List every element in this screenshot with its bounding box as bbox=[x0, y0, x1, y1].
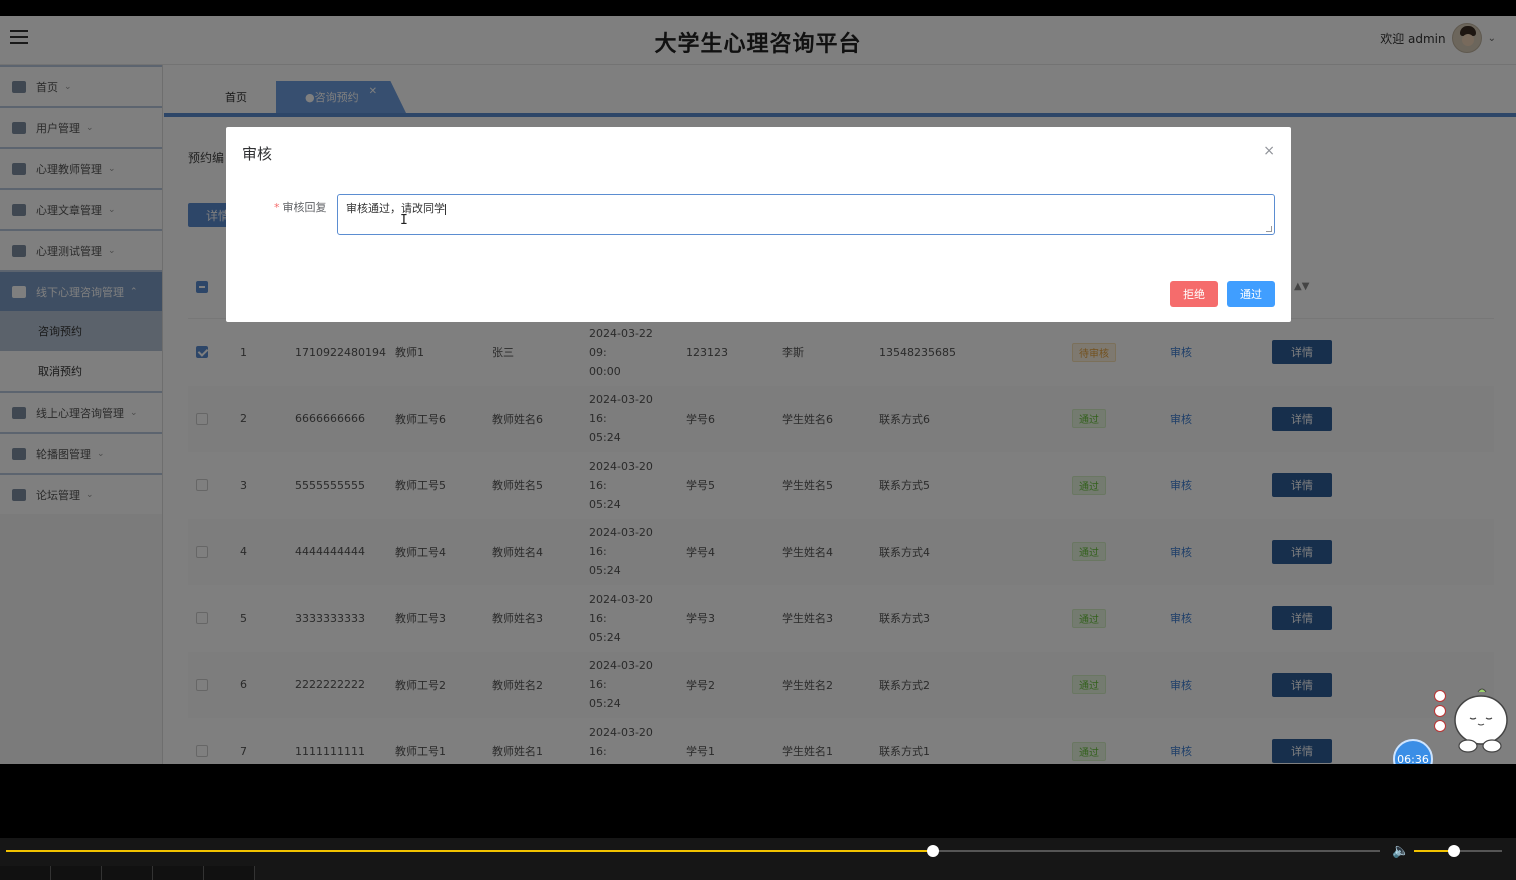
app-window: 大学生心理咨询平台 欢迎 admin ⌄ 首页⌄ 用户管理⌄ 心理教师管理⌄ 心… bbox=[0, 16, 1516, 764]
player-control-slot[interactable] bbox=[204, 866, 255, 880]
player-control-slot[interactable] bbox=[0, 866, 51, 880]
reply-label-text: 审核回复 bbox=[282, 201, 327, 214]
pass-button[interactable]: 通过 bbox=[1227, 281, 1275, 307]
video-player-bar: 🔈 bbox=[0, 838, 1516, 880]
grid-icon[interactable] bbox=[1434, 705, 1446, 717]
video-frame: 大学生心理咨询平台 欢迎 admin ⌄ 首页⌄ 用户管理⌄ 心理教师管理⌄ 心… bbox=[0, 0, 1516, 880]
player-control-slot[interactable] bbox=[153, 866, 204, 880]
reply-text: 审核通过，请改同学 bbox=[346, 202, 445, 215]
emoji-icon[interactable] bbox=[1434, 690, 1446, 702]
volume-icon[interactable]: 🔈 bbox=[1392, 843, 1409, 859]
resize-handle[interactable] bbox=[1266, 226, 1272, 232]
floating-toolbar bbox=[1434, 690, 1448, 735]
player-control-slot[interactable] bbox=[51, 866, 102, 880]
volume-track[interactable] bbox=[1414, 845, 1502, 857]
reply-label: * 审核回复 bbox=[274, 199, 327, 215]
reply-textarea[interactable]: 审核通过，请改同学 bbox=[337, 194, 1275, 235]
progress-fill bbox=[6, 850, 934, 852]
review-dialog: 审核 × * 审核回复 审核通过，请改同学 I 拒绝 通过 bbox=[226, 127, 1291, 322]
mouse-ibeam-cursor: I bbox=[400, 213, 408, 228]
player-controls-strip bbox=[0, 866, 1516, 880]
mascot-sticker bbox=[1454, 688, 1508, 753]
reject-button[interactable]: 拒绝 bbox=[1170, 281, 1218, 307]
player-control-slot[interactable] bbox=[102, 866, 153, 880]
volume-knob[interactable] bbox=[1447, 845, 1460, 857]
dialog-title: 审核 bbox=[242, 145, 273, 163]
text-caret bbox=[445, 203, 446, 215]
progress-knob[interactable] bbox=[927, 845, 940, 857]
heart-icon[interactable] bbox=[1434, 720, 1446, 732]
progress-track[interactable] bbox=[6, 845, 1380, 857]
close-icon[interactable]: × bbox=[1263, 143, 1275, 159]
required-mark: * bbox=[274, 201, 280, 214]
